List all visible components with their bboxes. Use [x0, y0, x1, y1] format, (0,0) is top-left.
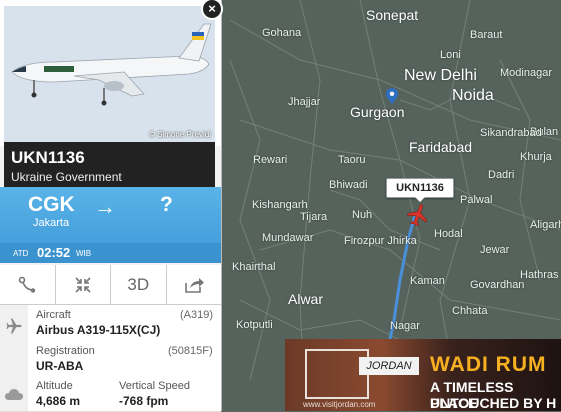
map-city-label: Firozpur Jhirka	[344, 235, 417, 247]
3d-view-button[interactable]: 3D	[111, 265, 167, 304]
map-city-label: Bhiwadi	[329, 179, 368, 191]
vertical-speed-value: -768 fpm	[119, 394, 169, 408]
map-city-label: Palwal	[460, 194, 493, 206]
map-city-label: Kotputli	[236, 319, 273, 331]
ad-brand: JORDAN	[359, 357, 419, 375]
map-city-label: Nuh	[352, 209, 373, 221]
advertisement-banner[interactable]: JORDAN www.visitjordan.com WADI RUM A TI…	[285, 339, 561, 411]
expand-button[interactable]	[56, 265, 111, 304]
panel-toolbar: 3D	[0, 265, 221, 305]
registration-icon-slot	[0, 342, 28, 378]
map-city-label: Gurgaon	[350, 104, 405, 120]
map-city-label: Sonepat	[366, 7, 419, 23]
departure-time-bar: ATD 02:52 WIB	[0, 243, 221, 263]
map-city-label: Kaman	[410, 275, 445, 287]
ad-headline: WADI RUM	[430, 353, 547, 376]
atd-label: ATD	[13, 249, 29, 258]
altitude-row: Altitude 4,686 m Vertical Speed -768 fpm	[0, 377, 221, 412]
route-icon	[18, 276, 36, 293]
flight-callout-label[interactable]: UKN1136	[386, 178, 454, 202]
map-city-label: Modinagar	[500, 67, 552, 79]
map-city-label: Jhajjar	[288, 96, 321, 108]
map-city-label: Hathras	[520, 269, 559, 281]
share-icon	[184, 277, 204, 293]
airplane-icon[interactable]	[406, 203, 430, 227]
share-button[interactable]	[167, 265, 222, 304]
aircraft-illustration	[4, 6, 215, 142]
map-city-label: Khairthal	[232, 261, 276, 273]
map-city-label: Mundawar	[262, 232, 314, 244]
callsign: UKN1136	[11, 148, 85, 167]
map-city-label: Gohana	[262, 27, 302, 39]
expand-icon	[75, 276, 91, 293]
destination-code: ?	[160, 193, 173, 216]
altitude-value: 4,686 m	[36, 394, 81, 408]
flight-info-panel: © Simone Previdi × UKN1136 Ukraine Gover…	[0, 0, 223, 412]
map-city-label: Taoru	[338, 154, 366, 166]
airplane-icon	[0, 305, 28, 346]
registration-value: UR-ABA	[36, 359, 84, 373]
map-city-label: Alwar	[288, 291, 324, 307]
photo-credit: © Simone Previdi	[149, 130, 211, 139]
map-city-label: Rewari	[253, 154, 288, 166]
vertical-speed-label: Vertical Speed	[119, 380, 190, 392]
map-city-label: Sikandrabad	[480, 127, 542, 139]
aircraft-row: Aircraft (A319) Airbus A319-115X(CJ)	[0, 305, 221, 347]
map-city-label: Nagar	[390, 320, 420, 332]
operator-name: Ukraine Government	[11, 170, 122, 184]
aircraft-value: Airbus A319-115X(CJ)	[36, 323, 161, 337]
aircraft-code: (A319)	[180, 309, 214, 321]
location-pin-icon[interactable]	[386, 88, 398, 104]
map-city-label: Tijara	[300, 211, 328, 223]
origin-code[interactable]: CGK	[28, 193, 75, 217]
ad-website: www.visitjordan.com	[303, 400, 376, 409]
map-city-label: Govardhan	[470, 279, 525, 291]
registration-label: Registration	[36, 345, 95, 357]
registration-code: (50815F)	[168, 345, 213, 357]
map-city-label: Dadri	[488, 169, 515, 181]
map-city-label: Noida	[452, 87, 494, 104]
cloud-icon	[0, 377, 28, 411]
flight-id-box: UKN1136 Ukraine Government	[4, 142, 215, 187]
map-city-label: Kishangarh	[252, 199, 308, 211]
registration-row: Registration (50815F) UR-ABA	[0, 342, 221, 379]
atd-timezone: WIB	[76, 249, 92, 258]
close-button[interactable]: ×	[201, 0, 223, 20]
altitude-label: Altitude	[36, 380, 73, 392]
map-city-label: Loni	[440, 49, 461, 61]
map-city-label: Khurja	[520, 151, 552, 163]
map-city-label: Aligarh	[530, 219, 561, 231]
atd-time: 02:52	[37, 245, 71, 260]
ad-tagline-2: UNTOUCHED BY H	[430, 395, 557, 411]
map-city-label: Baraut	[470, 29, 503, 41]
origin-city: Jakarta	[33, 217, 70, 229]
map-city-label: New Delhi	[404, 67, 477, 84]
map-city-label: Chhata	[452, 305, 488, 317]
route-arrow-icon: →	[94, 194, 116, 219]
route-button[interactable]	[0, 265, 56, 304]
aircraft-photo[interactable]: © Simone Previdi	[4, 6, 215, 142]
map-city-label: Faridabad	[409, 139, 473, 155]
aircraft-label: Aircraft	[36, 309, 71, 321]
map-city-label: Hodal	[434, 228, 463, 240]
aircraft-photo-area: © Simone Previdi ×	[0, 0, 223, 146]
map-city-label: Jewar	[480, 244, 510, 256]
